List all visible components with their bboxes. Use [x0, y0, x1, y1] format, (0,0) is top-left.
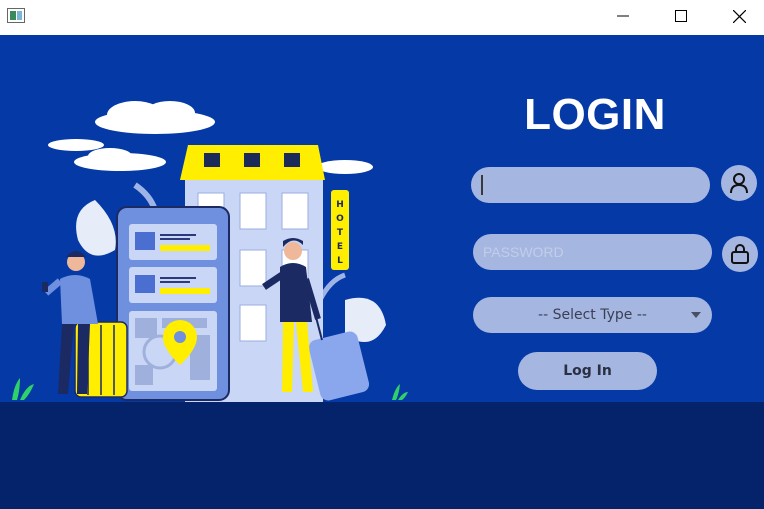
login-panel: H O T E L LOGIN -- Select Type -- Log In [0, 35, 764, 402]
maximize-button[interactable] [658, 0, 704, 32]
hotel-sign-letter: L [337, 256, 343, 266]
hotel-sign-letter: E [337, 242, 343, 252]
lock-icon-button [722, 236, 758, 272]
login-button[interactable]: Log In [518, 352, 657, 390]
title-bar [0, 0, 764, 35]
hotel-sign-letter: T [337, 228, 344, 238]
user-icon [730, 173, 748, 194]
phone [116, 206, 230, 401]
user-type-select[interactable]: -- Select Type -- [473, 297, 712, 333]
minimize-button[interactable] [600, 0, 646, 32]
close-button[interactable] [716, 0, 762, 32]
user-icon-button [721, 165, 757, 201]
login-title: LOGIN [524, 90, 666, 139]
footer-ground [0, 402, 764, 509]
minimize-icon [617, 15, 629, 17]
close-icon [732, 9, 746, 23]
app-icon [7, 8, 25, 23]
traveler-left [42, 251, 128, 398]
maximize-icon [675, 10, 687, 22]
user-type-selected: -- Select Type -- [538, 307, 647, 323]
text-caret [481, 175, 483, 195]
hotel-sign-letter: O [336, 214, 344, 224]
lock-icon [731, 244, 749, 264]
username-input[interactable] [471, 167, 710, 203]
hotel-illustration: H O T E L [12, 101, 408, 402]
chevron-down-icon [691, 312, 701, 318]
hotel-sign-letter: H [336, 200, 344, 210]
password-input[interactable] [473, 234, 712, 270]
